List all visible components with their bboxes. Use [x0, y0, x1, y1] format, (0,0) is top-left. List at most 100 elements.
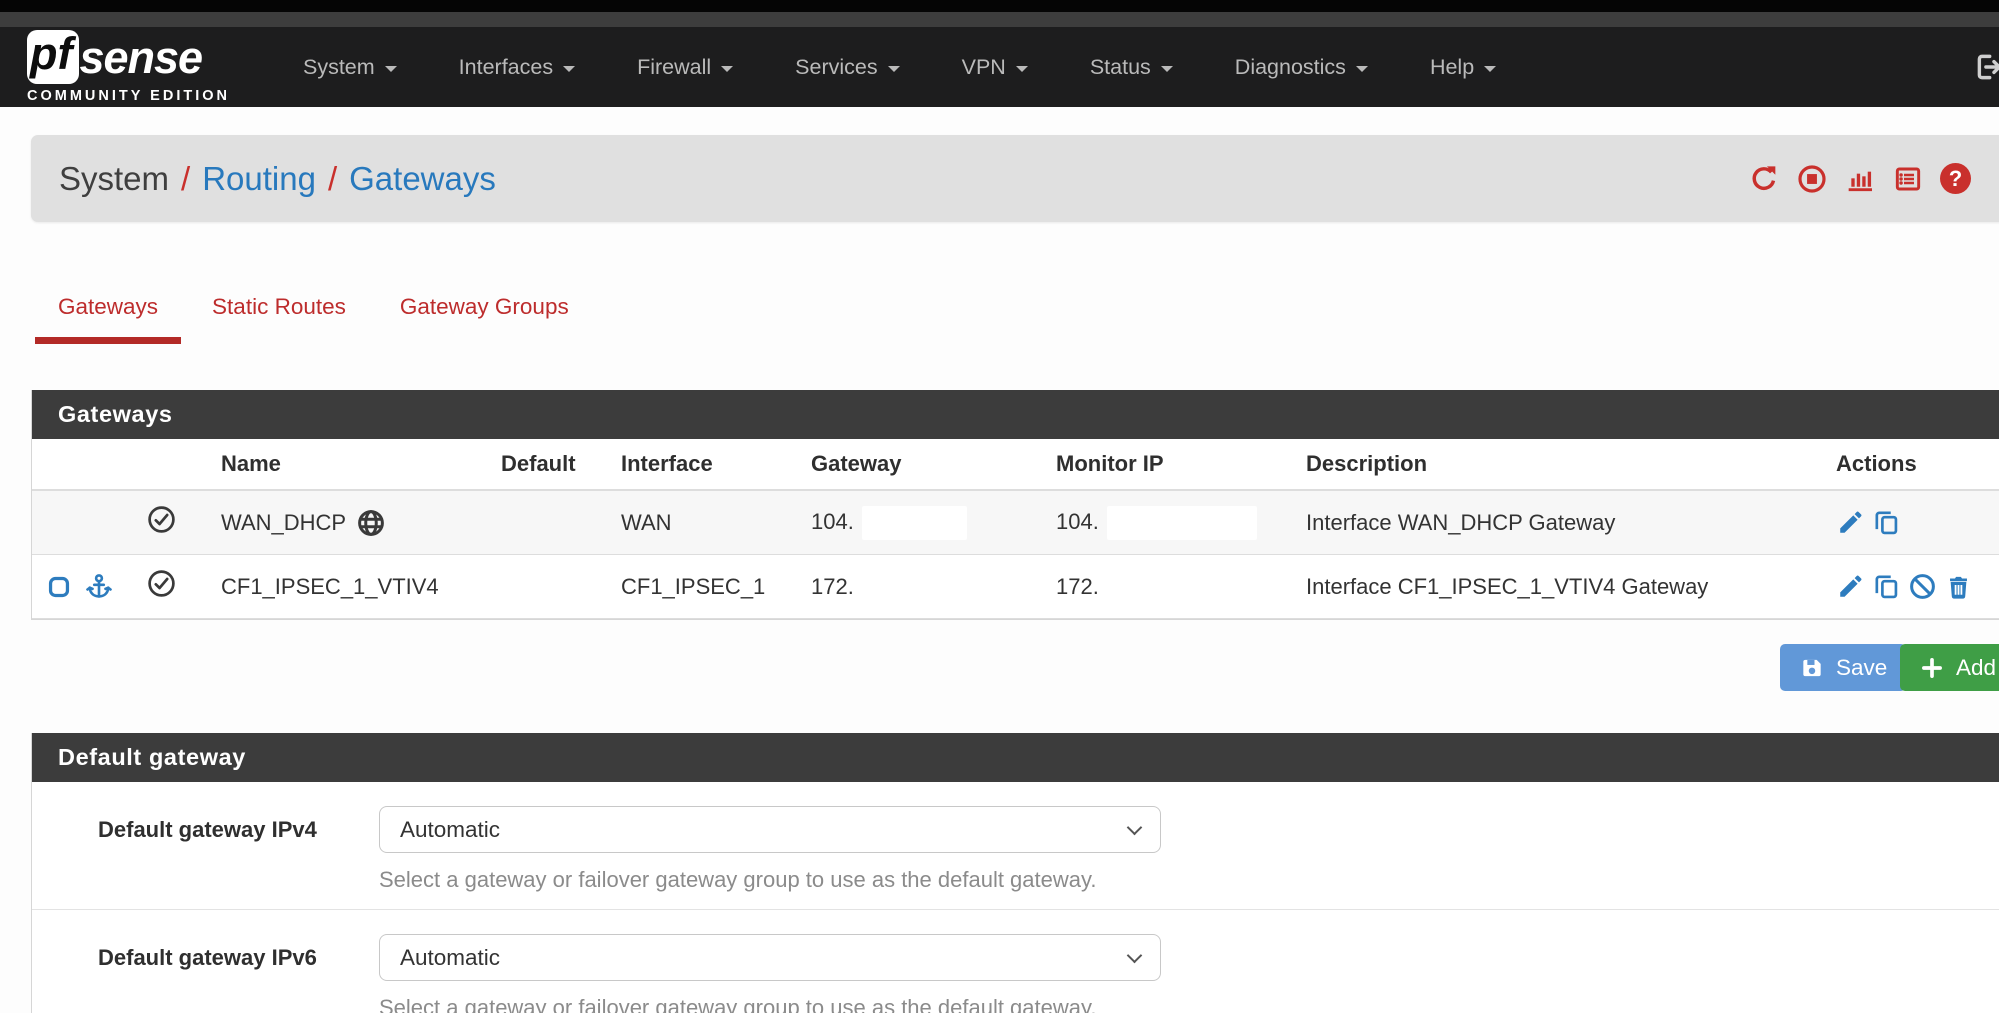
menu-interfaces[interactable]: Interfaces [428, 55, 606, 80]
breadcrumb-routing-link[interactable]: Routing [202, 160, 316, 198]
default-gateway-ipv4-select[interactable]: Automatic [379, 806, 1161, 853]
default-gateway-ipv6-label: Default gateway IPv6 [32, 934, 379, 1013]
menu-help[interactable]: Help [1399, 55, 1527, 80]
check-circle-icon [146, 504, 177, 535]
menu-firewall[interactable]: Firewall [606, 55, 764, 80]
tab-gateway-groups[interactable]: Gateway Groups [373, 282, 596, 350]
gateways-panel-title: Gateways [32, 390, 1999, 439]
description-cell: Interface WAN_DHCP Gateway [1292, 490, 1822, 555]
log-icon[interactable] [1892, 163, 1924, 195]
description-cell: Interface CF1_IPSEC_1_VTIV4 Gateway [1292, 555, 1822, 619]
sign-out-icon[interactable] [1967, 50, 1999, 84]
menu-system[interactable]: System [272, 55, 428, 80]
monitor-ip-cell: 172. [1042, 555, 1292, 619]
gateway-cell: 104. [797, 490, 1042, 555]
add-button[interactable]: Add [1900, 644, 1999, 691]
default-gateway-panel: Default gateway Default gateway IPv4 Aut… [31, 733, 1999, 1013]
col-monitor-ip: Monitor IP [1042, 439, 1292, 490]
table-header-row: Name Default Interface Gateway Monitor I… [32, 439, 1999, 490]
logo-sense-text: sense [79, 35, 202, 84]
chevron-down-icon [1127, 947, 1143, 963]
name-cell: CF1_IPSEC_1_VTIV4 [207, 555, 487, 619]
check-circle-icon [146, 568, 177, 599]
navbar-menu: System Interfaces Firewall Services VPN … [272, 55, 1527, 80]
logo-pf-box: pf [27, 30, 79, 84]
chevron-down-icon [1161, 66, 1173, 72]
refresh-icon[interactable] [1748, 163, 1780, 195]
edit-icon[interactable] [1836, 572, 1865, 601]
col-status [132, 439, 207, 490]
selected-value: Automatic [400, 817, 500, 843]
actions-cell [1822, 555, 1999, 619]
field-help-text: Select a gateway or failover gateway gro… [379, 995, 1999, 1013]
col-interface: Interface [607, 439, 797, 490]
default-cell [487, 555, 607, 619]
logo-subtitle: COMMUNITY EDITION [27, 88, 230, 104]
field-row-ipv6: Default gateway IPv6 Automatic Select a … [32, 910, 1999, 1013]
navbar: pf sense COMMUNITY EDITION System Interf… [0, 27, 1999, 107]
col-actions: Actions [1822, 439, 1999, 490]
col-name: Name [207, 439, 487, 490]
edit-icon[interactable] [1836, 508, 1865, 537]
square-outline-icon[interactable] [46, 574, 72, 600]
breadcrumb: System / Routing / Gateways [59, 160, 496, 198]
selected-value: Automatic [400, 945, 500, 971]
field-help-text: Select a gateway or failover gateway gro… [379, 867, 1999, 893]
field-row-ipv4: Default gateway IPv4 Automatic Select a … [32, 782, 1999, 910]
menu-diagnostics[interactable]: Diagnostics [1204, 55, 1399, 80]
col-description: Description [1292, 439, 1822, 490]
redacted-ip [862, 506, 967, 540]
traffic-graph-icon[interactable] [1844, 163, 1876, 195]
tab-static-routes[interactable]: Static Routes [185, 282, 373, 350]
delete-icon[interactable] [1944, 572, 1973, 601]
default-gateway-ipv6-select[interactable]: Automatic [379, 934, 1161, 981]
save-button[interactable]: Save [1780, 644, 1906, 691]
default-gateway-ipv4-label: Default gateway IPv4 [32, 806, 379, 893]
leading-icons-cell [32, 490, 132, 555]
stop-icon[interactable] [1796, 163, 1828, 195]
chevron-down-icon [1127, 819, 1143, 835]
menu-services[interactable]: Services [764, 55, 930, 80]
gateway-name: WAN_DHCP [221, 510, 346, 536]
gateways-table: Name Default Interface Gateway Monitor I… [32, 439, 1999, 619]
monitor-ip-cell: 104. [1042, 490, 1292, 555]
tab-gateways[interactable]: Gateways [31, 282, 185, 350]
interface-cell: WAN [607, 490, 797, 555]
copy-icon[interactable] [1872, 508, 1901, 537]
top-gray-strip [0, 12, 1999, 27]
tab-bar: Gateways Static Routes Gateway Groups [31, 282, 1999, 350]
menu-status[interactable]: Status [1059, 55, 1204, 80]
breadcrumb-bar: System / Routing / Gateways [31, 135, 1999, 222]
gateway-cell: 172. [797, 555, 1042, 619]
help-icon[interactable]: ? [1940, 163, 1971, 194]
breadcrumb-gateways-link[interactable]: Gateways [349, 160, 496, 198]
copy-icon[interactable] [1872, 572, 1901, 601]
chevron-down-icon [721, 66, 733, 72]
default-cell [487, 490, 607, 555]
breadcrumb-separator: / [328, 160, 337, 198]
default-gateway-panel-title: Default gateway [32, 733, 1999, 782]
redacted-ip [1107, 506, 1257, 540]
status-cell [132, 490, 207, 555]
breadcrumb-separator: / [181, 160, 190, 198]
pfsense-logo-wordmark: pf sense [27, 30, 230, 84]
menu-vpn[interactable]: VPN [931, 55, 1059, 80]
plus-icon [1919, 655, 1945, 681]
disable-icon[interactable] [1908, 572, 1937, 601]
floppy-icon [1799, 655, 1825, 681]
col-gateway: Gateway [797, 439, 1042, 490]
pfsense-logo[interactable]: pf sense COMMUNITY EDITION [27, 30, 230, 104]
col-default: Default [487, 439, 607, 490]
col-drag [32, 439, 132, 490]
table-row-wan-dhcp: WAN_DHCP WAN 104. 104. Interface WAN_DHC… [32, 490, 1999, 555]
chevron-down-icon [563, 66, 575, 72]
globe-icon [356, 508, 386, 538]
anchor-icon [84, 572, 114, 602]
name-cell: WAN_DHCP [207, 490, 487, 555]
button-row: Save Add [31, 644, 1999, 691]
chevron-down-icon [1016, 66, 1028, 72]
leading-icons-cell [32, 555, 132, 619]
breadcrumb-action-icons: ? [1748, 163, 1971, 195]
chevron-down-icon [1484, 66, 1496, 72]
pfsense-gateways-page: pf sense COMMUNITY EDITION System Interf… [0, 0, 1999, 1013]
